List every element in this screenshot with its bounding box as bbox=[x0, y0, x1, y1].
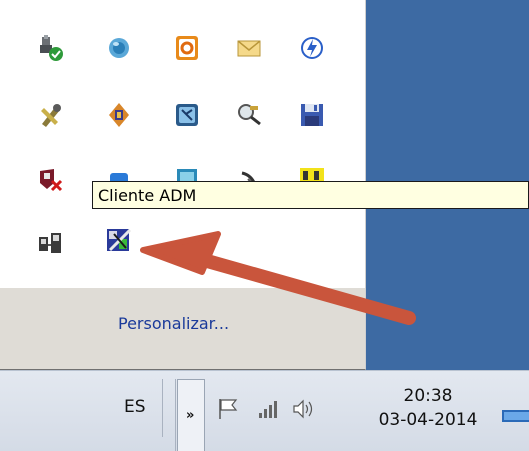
chevron-up-icon: » bbox=[186, 408, 195, 423]
magnifier-key-icon[interactable] bbox=[234, 100, 264, 130]
taskbar-clock[interactable]: 20:38 03-04-2014 bbox=[368, 385, 488, 433]
usb-safely-remove-icon[interactable] bbox=[36, 33, 66, 63]
taskbar-divider bbox=[162, 379, 163, 437]
customize-link[interactable]: Personalizar... bbox=[118, 314, 229, 333]
action-center-flag-icon[interactable] bbox=[216, 397, 242, 421]
clock-time: 20:38 bbox=[403, 386, 453, 406]
volume-speaker-icon[interactable] bbox=[291, 397, 317, 421]
clock-date: 03-04-2014 bbox=[378, 410, 478, 430]
tray-icon-grid bbox=[0, 0, 365, 288]
language-indicator[interactable]: ES bbox=[124, 397, 146, 417]
office-icon[interactable] bbox=[172, 33, 202, 63]
show-desktop-button[interactable] bbox=[502, 405, 529, 427]
floppy-save-icon[interactable] bbox=[297, 100, 327, 130]
network-signal-icon[interactable] bbox=[256, 397, 282, 421]
orange-diamond-app-icon[interactable] bbox=[104, 100, 134, 130]
taskbar: ES » 20:38 03-04-2014 bbox=[0, 370, 529, 451]
remote-blue-icon[interactable] bbox=[172, 100, 202, 130]
taskbar-divider bbox=[175, 379, 176, 451]
tooltip: Cliente ADM bbox=[92, 181, 529, 209]
cliente-adm-icon[interactable] bbox=[104, 226, 134, 256]
tools-wrench-icon[interactable] bbox=[36, 100, 66, 130]
shield-red-x-icon[interactable] bbox=[36, 165, 66, 195]
show-hidden-icons-button[interactable]: » bbox=[177, 379, 205, 451]
flash-update-icon[interactable] bbox=[297, 33, 327, 63]
popup-footer: Personalizar... bbox=[0, 288, 365, 369]
network-computers-icon[interactable] bbox=[36, 228, 66, 258]
network-globe-icon[interactable] bbox=[104, 33, 134, 63]
mail-envelope-icon[interactable] bbox=[234, 33, 264, 63]
